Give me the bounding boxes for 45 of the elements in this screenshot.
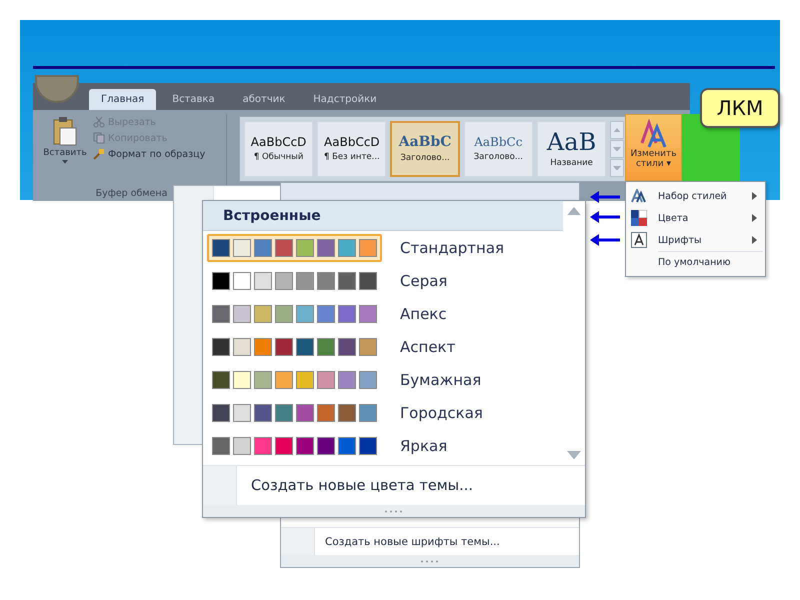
callout: ЛКМ [700, 88, 780, 128]
change-styles-button[interactable]: Изменить стили ▾ [625, 114, 682, 181]
menu-item[interactable]: Набор стилей [628, 185, 763, 207]
menu-item[interactable]: Шрифты [628, 229, 763, 251]
section-header: Встроенные [203, 201, 563, 231]
ribbon-tab[interactable]: Главная [89, 89, 156, 110]
font-icon [631, 232, 647, 248]
scheme-name[interactable]: Городская [400, 404, 483, 422]
menu-item[interactable]: Создать новые шрифты темы... [315, 528, 500, 555]
resize-grip-icon[interactable] [384, 510, 404, 512]
scheme-name[interactable]: Яркая [400, 436, 448, 454]
paste-button[interactable]: Вставить [37, 114, 93, 186]
arrow-icon [590, 191, 620, 203]
group-label: Буфер обмена [94, 187, 168, 201]
scheme-name[interactable]: Стандартная [400, 238, 504, 256]
arrow-icon [590, 211, 620, 223]
brush-icon [93, 148, 105, 160]
color-scheme-swatches[interactable] [207, 234, 382, 262]
ribbon-tab[interactable]: Вставка [160, 89, 227, 110]
scheme-name[interactable]: Апекс [400, 304, 447, 322]
copy-icon [93, 132, 105, 144]
style-tile[interactable]: AaB Название [536, 121, 606, 177]
scheme-name[interactable]: Аспект [400, 338, 456, 356]
menu-item[interactable]: По умолчанию [658, 251, 763, 273]
scissors-icon [93, 116, 105, 128]
menu-item[interactable]: Цвета [628, 207, 763, 229]
style-tile[interactable]: AaBbCcD ¶ Без инте... [317, 121, 386, 177]
color-squares-icon [631, 210, 647, 226]
style-tile[interactable]: AaBbCcD ¶ Обычный [244, 121, 314, 177]
letters-icon [638, 119, 668, 149]
clipboard-icon [52, 116, 78, 146]
ribbon-tab[interactable]: Надстройки [301, 89, 389, 110]
format-painter-button[interactable]: Формат по образцу [93, 148, 206, 160]
caret-icon[interactable] [62, 160, 68, 164]
scheme-name[interactable]: Бумажная [400, 370, 482, 388]
resize-grip-icon[interactable] [420, 560, 440, 562]
scheme-name[interactable]: Серая [400, 272, 448, 290]
style-tile[interactable]: AaBbC Заголово... [390, 121, 460, 177]
ribbon-tab[interactable]: аботчик [230, 89, 298, 110]
letter-a-icon [631, 189, 647, 203]
scroll-up-icon[interactable] [567, 207, 581, 216]
menu-item[interactable]: Создать новые цвета темы... [237, 466, 473, 505]
scroll-down-icon[interactable] [567, 450, 581, 459]
arrow-icon [590, 234, 620, 246]
style-tile[interactable]: AaBbCc Заголово... [464, 121, 533, 177]
